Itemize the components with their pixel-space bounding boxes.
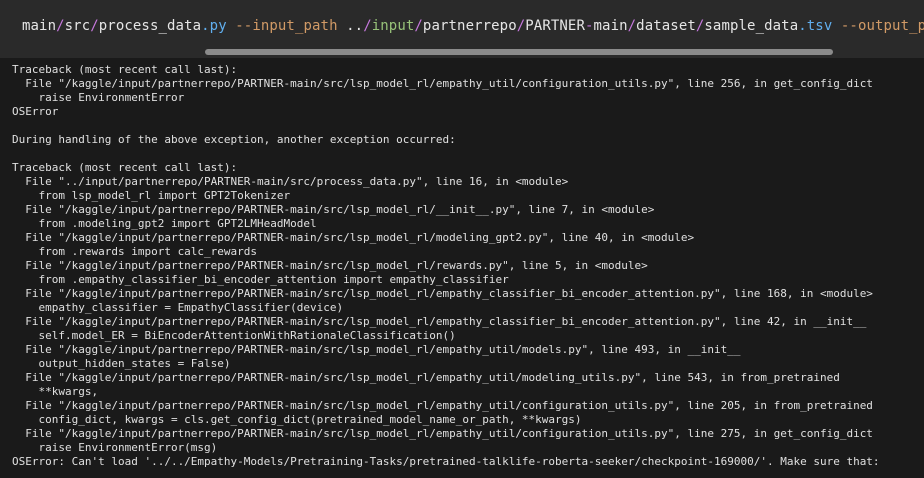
traceback-output: Traceback (most recent call last): File … [12,63,917,469]
output-line: raise EnvironmentError [12,91,185,104]
output-line: File "/kaggle/input/partnerrepo/PARTNER-… [12,203,655,216]
output-line: config_dict, kwargs = cls.get_config_dic… [12,413,582,426]
output-line: File "/kaggle/input/partnerrepo/PARTNER-… [12,287,873,300]
command-token: input [371,18,415,34]
output-line: File "/kaggle/input/partnerrepo/PARTNER-… [12,77,873,90]
command-token: / [516,18,526,34]
horizontal-scrollbar[interactable] [205,49,833,55]
command-token: dataset [636,18,696,34]
command-token: / [627,18,637,34]
output-line: empathy_classifier = EmpathyClassifier(d… [12,301,344,314]
output-line: from .empathy_classifier_bi_encoder_atte… [12,273,509,286]
command-token: .tsv [798,18,833,34]
command-token: main [593,18,628,34]
output-line: **kwargs, [12,385,99,398]
output-line: File "/kaggle/input/partnerrepo/PARTNER-… [12,427,873,440]
command-token: partnerrepo [422,18,517,34]
output-line: File "/kaggle/input/partnerrepo/PARTNER-… [12,231,695,244]
output-line: from .modeling_gpt2 import GPT2LMHeadMod… [12,217,317,230]
command-line[interactable]: main/src/process_data.py --input_path ..… [22,16,924,36]
output-line: Traceback (most recent call last): [12,63,238,76]
command-token: .py [201,18,227,34]
code-cell[interactable]: main/src/process_data.py --input_path ..… [0,0,924,58]
command-token: sample_data [704,18,799,34]
command-token: --output_path [840,18,924,34]
output-line: During handling of the above exception, … [12,133,456,146]
output-line: output_hidden_states = False) [12,357,231,370]
output-line: File "/kaggle/input/partnerrepo/PARTNER-… [12,259,648,272]
command-token: PARTNER [525,18,585,34]
command-token: / [414,18,423,34]
output-line: OSError: Can't load '../../Empathy-Model… [12,455,880,468]
command-token: / [56,18,65,34]
output-line: self.model_ER = BiEncoderAttentionWithRa… [12,329,456,342]
command-token: / [363,18,372,34]
output-line: OSError [12,105,59,118]
output-line: File "/kaggle/input/partnerrepo/PARTNER-… [12,315,867,328]
command-token: - [584,18,594,34]
command-token: src [64,18,91,34]
output-line: File "/kaggle/input/partnerrepo/PARTNER-… [12,343,741,356]
output-line: File "/kaggle/input/partnerrepo/PARTNER-… [12,399,873,412]
command-token: --input_path [226,18,347,34]
output-line: from lsp_model_rl import GPT2Tokenizer [12,189,291,202]
command-token: process_data [98,18,202,34]
command-token: / [90,18,99,34]
output-line: File "/kaggle/input/partnerrepo/PARTNER-… [12,371,840,384]
output-line: from .rewards import calc_rewards [12,245,258,258]
command-token: main [22,18,57,34]
output-line: File "../input/partnerrepo/PARTNER-main/… [12,175,569,188]
output-line: Traceback (most recent call last): [12,161,238,174]
output-line: raise EnvironmentError(msg) [12,441,218,454]
command-token: .. [346,18,364,34]
